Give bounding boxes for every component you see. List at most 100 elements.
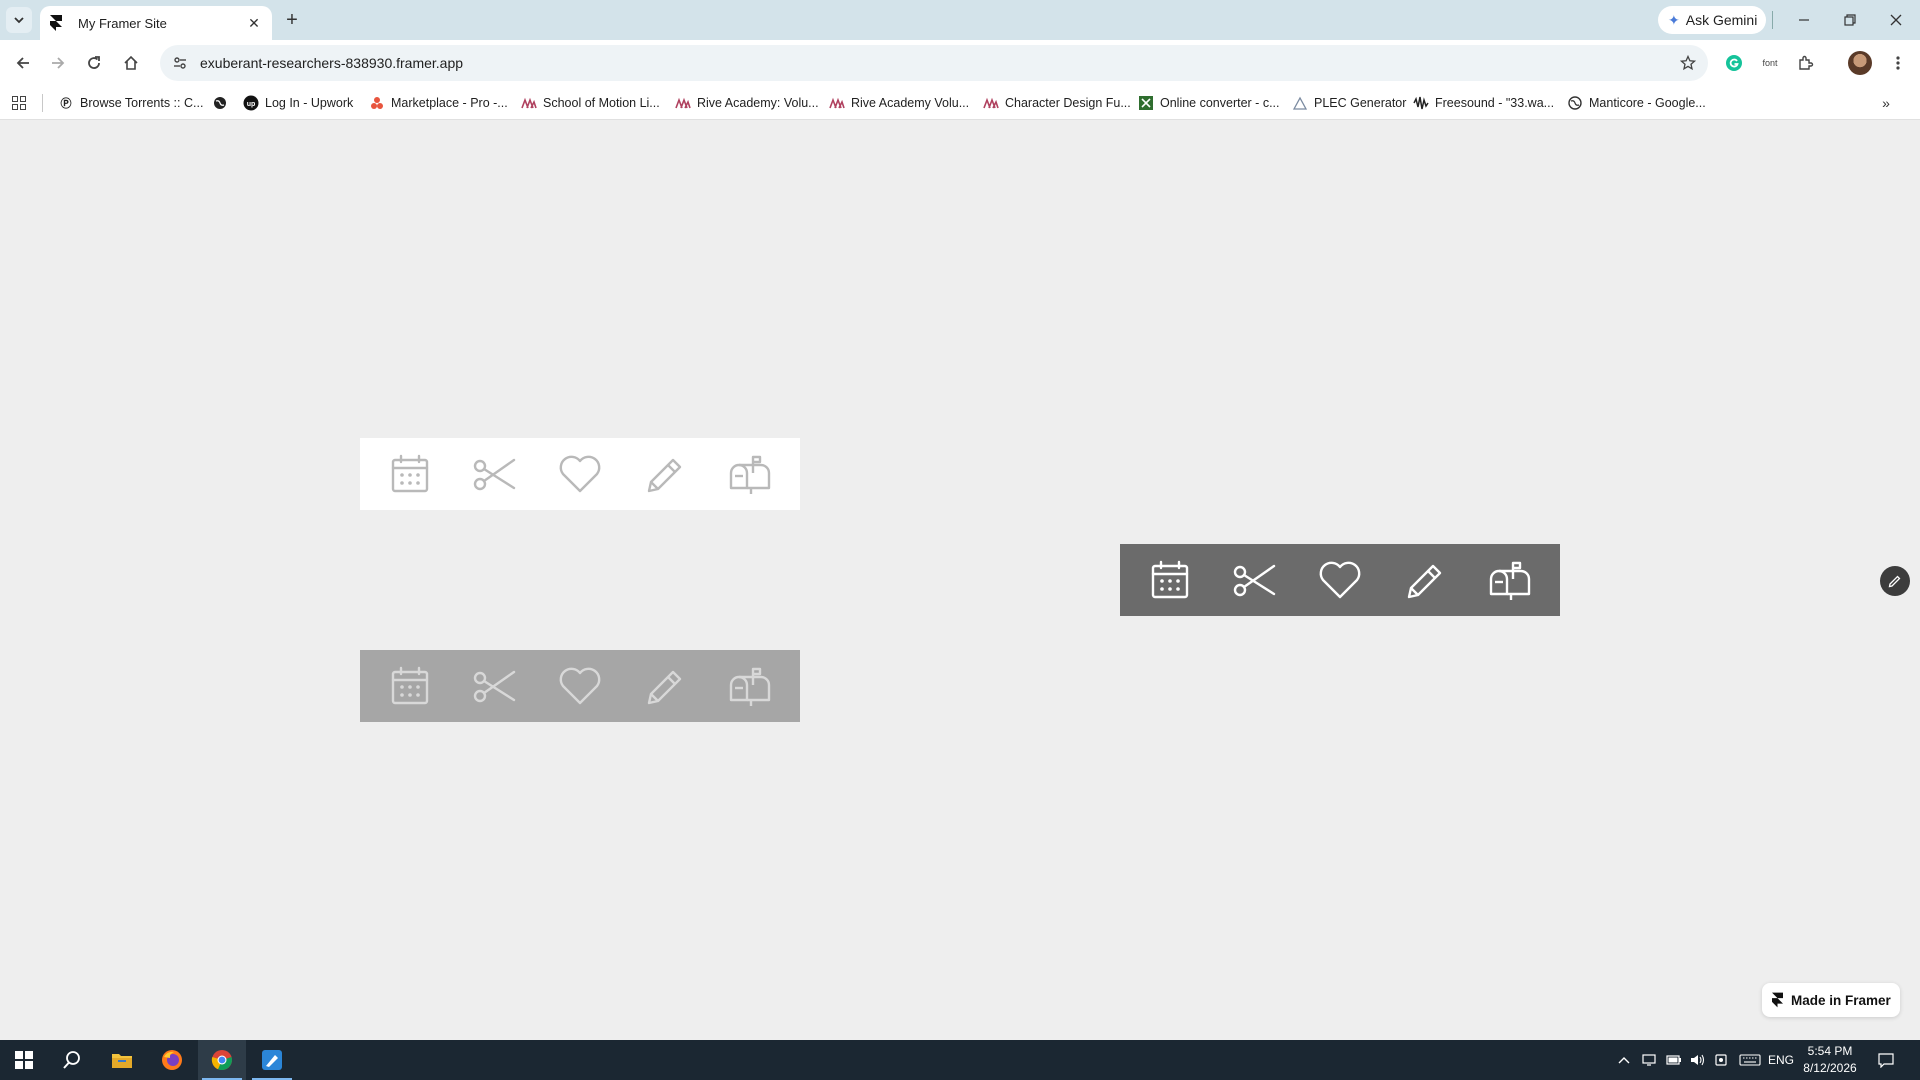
tray-chevron-up-icon[interactable] bbox=[1614, 1040, 1634, 1080]
pencil-icon bbox=[1888, 575, 1901, 588]
pen-app-button[interactable] bbox=[248, 1040, 296, 1080]
bookmark-item[interactable]: Rive Academy Volu... bbox=[829, 91, 969, 115]
menu-kebab-icon[interactable] bbox=[1884, 49, 1912, 77]
globe-icon bbox=[1567, 95, 1583, 111]
bookmark-item[interactable]: Ⓟ Browse Torrents :: C... bbox=[58, 91, 204, 115]
address-bar[interactable]: exuberant-researchers-838930.framer.app bbox=[160, 45, 1708, 81]
back-button[interactable] bbox=[9, 49, 37, 77]
bookmark-label: Browse Torrents :: C... bbox=[80, 96, 204, 110]
arrow-right-icon bbox=[52, 57, 65, 69]
ask-gemini-label: Ask Gemini bbox=[1685, 12, 1758, 28]
made-in-framer-badge[interactable]: Made in Framer bbox=[1762, 983, 1900, 1017]
apps-grid-icon[interactable] bbox=[8, 92, 30, 114]
more-bookmarks-icon[interactable]: » bbox=[1874, 91, 1898, 115]
rive-icon bbox=[521, 95, 537, 111]
bookmark-item[interactable]: Rive Academy: Volu... bbox=[675, 91, 819, 115]
meet-now-icon[interactable] bbox=[1710, 1040, 1734, 1080]
new-tab-button[interactable]: + bbox=[280, 8, 304, 32]
calendar-icon[interactable] bbox=[1140, 550, 1200, 610]
pencil-icon[interactable] bbox=[1395, 550, 1455, 610]
bookmark-label: Log In - Upwork bbox=[265, 96, 354, 110]
clock-date: 8/12/2026 bbox=[1803, 1061, 1857, 1075]
site-settings-icon[interactable] bbox=[160, 55, 200, 71]
scissors-icon[interactable] bbox=[1225, 550, 1285, 610]
network-icon[interactable] bbox=[1638, 1040, 1662, 1080]
taskbar-search-button[interactable] bbox=[48, 1040, 96, 1080]
profile-avatar[interactable] bbox=[1848, 51, 1872, 75]
keyboard-icon[interactable] bbox=[1736, 1040, 1764, 1080]
notifications-icon[interactable] bbox=[1872, 1040, 1900, 1080]
bookmark-item[interactable]: up Log In - Upwork bbox=[243, 91, 353, 115]
browser-toolbar: exuberant-researchers-838930.framer.app … bbox=[0, 40, 1920, 86]
converter-icon bbox=[1138, 95, 1154, 111]
bookmark-label: Online converter - c... bbox=[1160, 96, 1280, 110]
bookmark-item[interactable] bbox=[212, 91, 234, 115]
rive-icon bbox=[829, 95, 845, 111]
plec-icon bbox=[1292, 95, 1308, 111]
language-indicator[interactable]: ENG bbox=[1766, 1040, 1796, 1080]
file-explorer-button[interactable] bbox=[98, 1040, 146, 1080]
icon-bar-dark bbox=[1120, 544, 1560, 616]
mailbox-icon[interactable] bbox=[720, 444, 780, 504]
calendar-icon[interactable] bbox=[380, 656, 440, 716]
reload-icon bbox=[88, 56, 100, 69]
bookmark-item[interactable]: Freesound - "33.wa... bbox=[1413, 91, 1554, 115]
heart-icon[interactable] bbox=[1310, 550, 1370, 610]
globe-icon bbox=[212, 95, 228, 111]
grammarly-extension-icon[interactable] bbox=[1720, 49, 1748, 77]
framer-favicon-icon bbox=[50, 15, 66, 31]
home-button[interactable] bbox=[117, 49, 145, 77]
pencil-icon[interactable] bbox=[635, 656, 695, 716]
pencil-icon[interactable] bbox=[635, 444, 695, 504]
browser-tab[interactable]: My Framer Site ✕ bbox=[40, 6, 272, 40]
chrome-icon bbox=[211, 1050, 232, 1071]
tab-close-icon[interactable]: ✕ bbox=[244, 13, 264, 33]
mailbox-icon[interactable] bbox=[1480, 550, 1540, 610]
chrome-button[interactable] bbox=[198, 1040, 246, 1080]
freesound-icon bbox=[1413, 95, 1429, 111]
clock-time: 5:54 PM bbox=[1807, 1044, 1853, 1058]
mailbox-icon[interactable] bbox=[720, 656, 780, 716]
volume-icon[interactable] bbox=[1686, 1040, 1710, 1080]
bookmark-label: Manticore - Google... bbox=[1589, 96, 1706, 110]
scissors-icon[interactable] bbox=[465, 656, 525, 716]
ask-gemini-button[interactable]: ✦ Ask Gemini bbox=[1658, 6, 1766, 34]
divider bbox=[1772, 11, 1773, 29]
badge-label: Made in Framer bbox=[1791, 992, 1891, 1008]
close-icon bbox=[1890, 14, 1902, 26]
firefox-button[interactable] bbox=[148, 1040, 196, 1080]
close-window-button[interactable] bbox=[1876, 4, 1916, 36]
bookmark-item[interactable]: Marketplace - Pro -... bbox=[369, 91, 508, 115]
bookmark-item[interactable]: School of Motion Li... bbox=[521, 91, 660, 115]
scissors-icon[interactable] bbox=[465, 444, 525, 504]
bookmark-item[interactable]: Manticore - Google... bbox=[1567, 91, 1706, 115]
arrow-left-icon bbox=[16, 57, 29, 69]
heart-icon[interactable] bbox=[550, 656, 610, 716]
bookmark-item[interactable]: Character Design Fu... bbox=[983, 91, 1131, 115]
battery-icon[interactable] bbox=[1662, 1040, 1686, 1080]
torrent-icon: Ⓟ bbox=[60, 98, 72, 110]
edit-site-button[interactable] bbox=[1880, 566, 1910, 596]
calendar-icon[interactable] bbox=[380, 444, 440, 504]
minimize-button[interactable] bbox=[1784, 4, 1824, 36]
browser-titlebar: My Framer Site ✕ + ✦ Ask Gemini bbox=[0, 0, 1920, 40]
tab-search-button[interactable] bbox=[6, 7, 32, 33]
url-text: exuberant-researchers-838930.framer.app bbox=[200, 55, 464, 71]
forward-button[interactable] bbox=[44, 49, 72, 77]
chevron-down-icon bbox=[14, 17, 24, 24]
restore-button[interactable] bbox=[1830, 4, 1870, 36]
bookmark-item[interactable]: PLEC Generator bbox=[1292, 91, 1406, 115]
extensions-puzzle-icon[interactable] bbox=[1792, 49, 1820, 77]
bookmark-label: Marketplace - Pro -... bbox=[391, 96, 508, 110]
reload-button[interactable] bbox=[80, 49, 108, 77]
icon-bar-mid bbox=[360, 650, 800, 722]
start-button[interactable] bbox=[0, 1040, 48, 1080]
heart-icon[interactable] bbox=[550, 444, 610, 504]
bookmark-item[interactable]: Online converter - c... bbox=[1138, 91, 1280, 115]
bookmark-label: Character Design Fu... bbox=[1005, 96, 1131, 110]
taskbar-clock[interactable]: 5:54 PM 8/12/2026 bbox=[1798, 1043, 1862, 1077]
bookmark-star-icon[interactable] bbox=[1668, 55, 1708, 71]
marketplace-icon bbox=[369, 95, 385, 111]
bookmark-label: School of Motion Li... bbox=[543, 96, 660, 110]
font-extension-icon[interactable]: font bbox=[1756, 49, 1784, 77]
